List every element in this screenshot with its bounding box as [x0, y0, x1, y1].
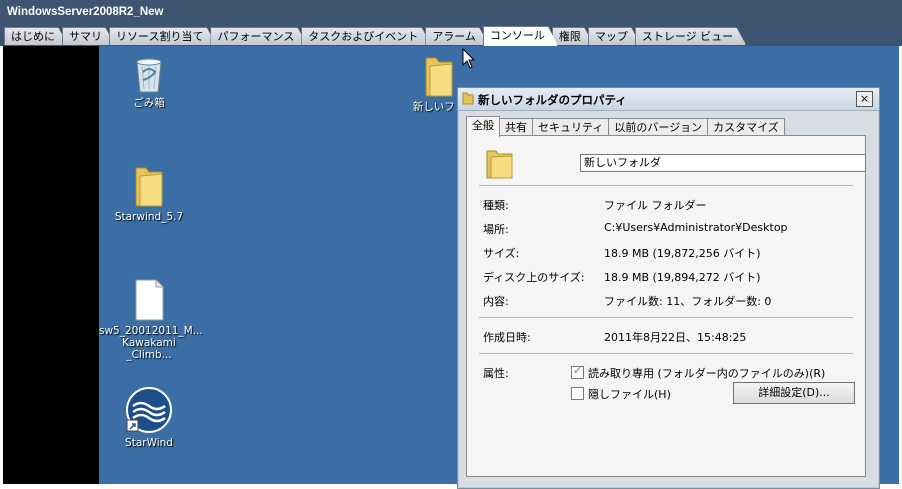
hidden-checkbox[interactable] [571, 387, 584, 400]
folder-properties-dialog: 新しいフォルダのプロパティ × 全般 共有 セキュリティ 以前のバージョン カス… [457, 87, 880, 489]
folder-icon [135, 167, 163, 207]
size-on-disk-label: ディスク上のサイズ: [483, 271, 585, 284]
folder-icon [425, 57, 453, 97]
tab-summary[interactable]: サマリ [62, 27, 115, 45]
dialog-tab-bar: 全般 共有 セキュリティ 以前のバージョン カスタマイズ [466, 116, 785, 137]
tab-storage-views[interactable]: ストレージ ビュー [635, 27, 746, 45]
close-button[interactable]: × [856, 91, 873, 107]
location-label: 場所: [483, 223, 509, 236]
desktop-icon-label: sw5_20012011_M... [99, 325, 203, 337]
tab-getting-started[interactable]: はじめに [4, 27, 68, 45]
type-value: ファイル フォルダー [604, 199, 707, 212]
desktop-icon-recycle-bin[interactable]: ごみ箱 [99, 54, 199, 109]
recycle-bin-icon [136, 58, 162, 93]
desktop-icon-file[interactable]: sw5_20012011_M... Kawakami _Climb... [99, 278, 203, 361]
advanced-button[interactable]: 詳細設定(D)... [733, 382, 855, 404]
separator [479, 353, 853, 354]
folder-icon [486, 150, 513, 179]
size-value: 18.9 MB (19,872,256 バイト) [604, 247, 761, 260]
folder-icon [462, 92, 474, 105]
tab-security[interactable]: セキュリティ [532, 118, 610, 136]
desktop-icon-label-line2: Kawakami _Climb... [122, 337, 176, 361]
tab-performance[interactable]: パフォーマンス [210, 27, 307, 45]
hidden-label: 隠しファイル(H) [588, 388, 671, 401]
size-on-disk-value: 18.9 MB (19,894,272 バイト) [604, 271, 761, 284]
separator [479, 185, 853, 186]
location-value: C:¥Users¥Administrator¥Desktop [604, 221, 788, 234]
tab-resource-allocation[interactable]: リソース割り当て [109, 27, 216, 45]
starwind-shortcut-icon [126, 387, 172, 433]
tab-console[interactable]: コンソール [483, 26, 558, 46]
tab-maps[interactable]: マップ [588, 27, 641, 45]
readonly-label: 読み取り専用 (フォルダー内のファイルのみ)(R) [588, 367, 826, 380]
attributes-label: 属性: [483, 367, 509, 380]
tab-customize[interactable]: カスタマイズ [707, 118, 785, 136]
tab-sharing[interactable]: 共有 [499, 118, 533, 136]
contains-label: 内容: [483, 295, 509, 308]
vm-title: WindowsServer2008R2_New [7, 6, 164, 18]
type-label: 種類: [483, 199, 509, 212]
created-label: 作成日時: [483, 331, 531, 344]
desktop-icon-starwind-folder[interactable]: Starwind_5.7 [99, 164, 199, 223]
tab-previous-versions[interactable]: 以前のバージョン [608, 118, 709, 136]
desktop-icon-starwind[interactable]: StarWind [99, 386, 199, 449]
tab-alarms[interactable]: アラーム [425, 27, 489, 45]
dialog-title: 新しいフォルダのプロパティ [478, 93, 627, 107]
tab-permissions[interactable]: 権限 [552, 27, 594, 45]
folder-name-input[interactable]: 新しいフォルダ [580, 154, 866, 172]
desktop-icon-label: ごみ箱 [133, 97, 165, 109]
desktop-icon-label: StarWind [125, 437, 173, 449]
created-value: 2011年8月22日、15:48:25 [604, 331, 747, 344]
size-label: サイズ: [483, 247, 520, 260]
separator [479, 317, 853, 318]
tab-general[interactable]: 全般 [466, 116, 500, 137]
vsphere-header: WindowsServer2008R2_New はじめに サマリ リソース割り当… [0, 0, 902, 46]
tab-bar: はじめに サマリ リソース割り当て パフォーマンス タスクおよびイベント アラー… [4, 27, 740, 46]
mouse-cursor-icon [462, 48, 476, 69]
dialog-titlebar[interactable]: 新しいフォルダのプロパティ × [458, 88, 879, 111]
contains-value: ファイル数: 11、フォルダー数: 0 [604, 295, 772, 308]
readonly-checkbox[interactable] [571, 364, 584, 379]
general-tab-panel: 新しいフォルダ 種類: ファイル フォルダー 場所: C:¥Users¥Admi… [466, 135, 866, 477]
desktop-icon-label: Starwind_5.7 [114, 211, 184, 223]
tab-tasks-events[interactable]: タスクおよびイベント [301, 27, 431, 45]
file-icon [135, 279, 164, 321]
